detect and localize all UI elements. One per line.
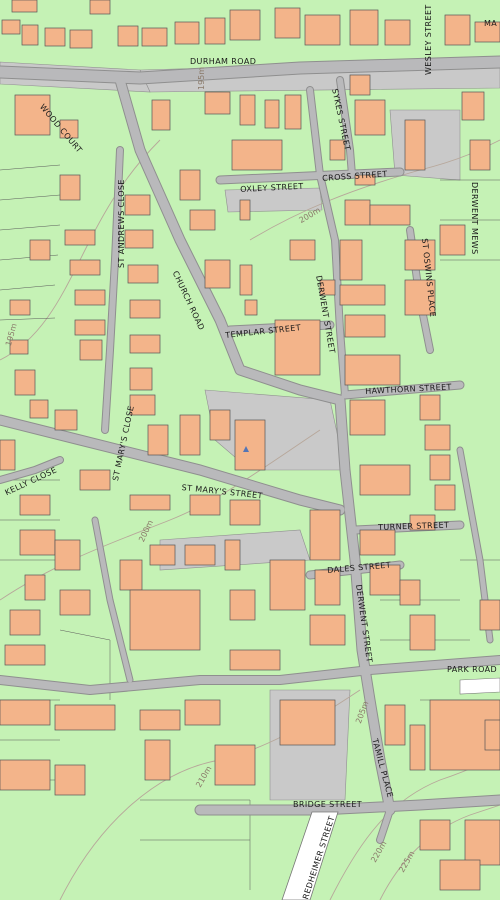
church-marker-icon [243,446,249,452]
buildings [0,0,500,891]
street-label-bridge-street: BRIDGE STREET [293,800,363,809]
street-label-ma-partial: MA [484,19,498,28]
street-label-wesley-street: WESLEY STREET [424,4,433,75]
contour-label-195m-top: 195m [197,66,206,90]
map-canvas[interactable]: DURHAM ROAD WESLEY STREET MA OXLEY STREE… [0,0,500,900]
map-graphics [0,0,500,900]
street-label-derwent-mews: DERWENT MEWS [470,182,479,255]
street-label-durham-road: DURHAM ROAD [190,57,257,66]
street-label-st-andrews-close: ST ANDREWS CLOSE [117,179,126,268]
park-road-strip [459,677,500,695]
street-label-park-road: PARK ROAD [447,665,498,674]
